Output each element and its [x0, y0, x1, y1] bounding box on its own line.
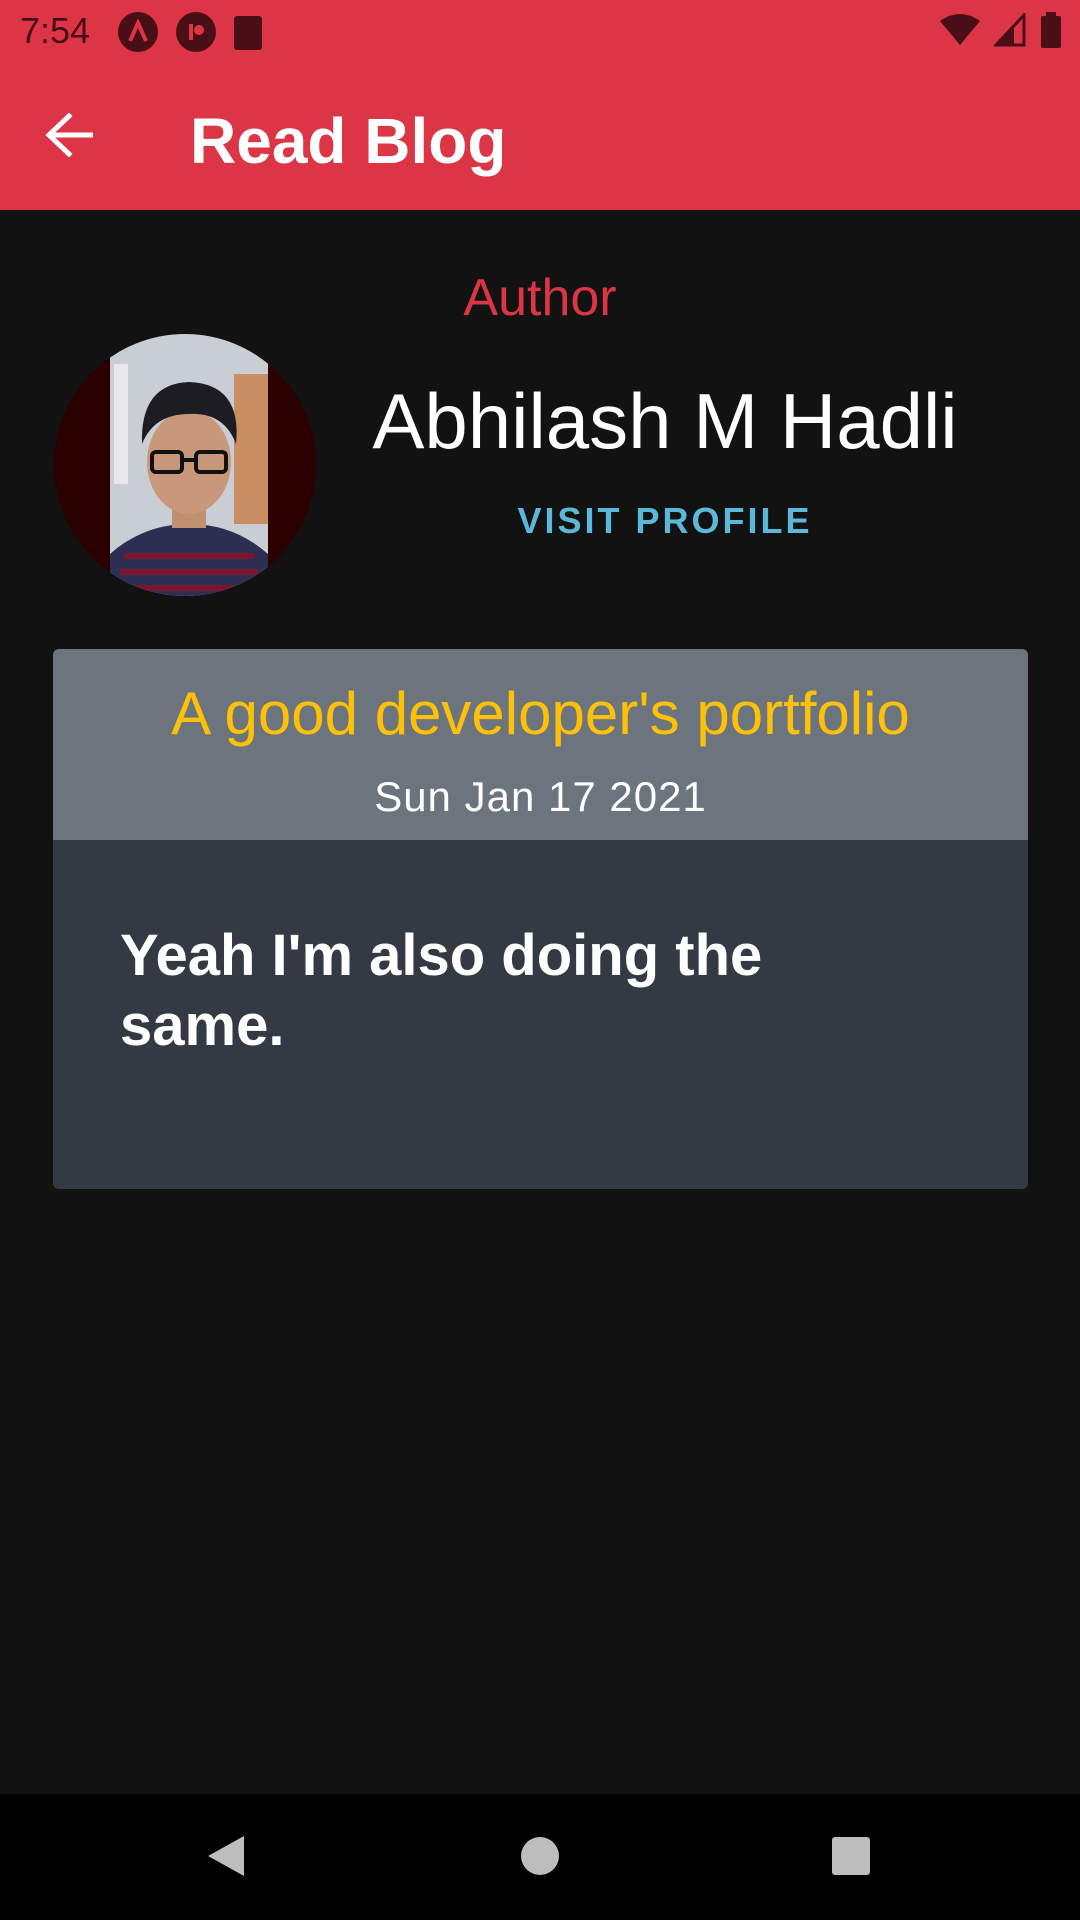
sd-card-icon: [234, 16, 262, 50]
recents-square-icon: [832, 1837, 870, 1875]
battery-icon: [1041, 12, 1061, 48]
back-button[interactable]: [34, 100, 104, 170]
wifi-icon: [940, 14, 980, 45]
nav-home-button[interactable]: [520, 1832, 560, 1885]
author-avatar: [54, 334, 316, 596]
avatar-photo: [54, 334, 316, 596]
status-bar: 7:54: [0, 0, 1080, 64]
nav-back-button[interactable]: [204, 1832, 248, 1885]
author-name: Abhilash M Hadli: [372, 377, 958, 465]
status-notification-icons: [118, 12, 262, 52]
system-nav-bar: [0, 1794, 1080, 1920]
page-title: Read Blog: [190, 105, 507, 177]
blog-date: Sun Jan 17 2021: [374, 773, 707, 820]
back-triangle-icon: [208, 1836, 244, 1876]
home-circle-icon: [521, 1837, 559, 1875]
blog-card: A good developer's portfolio Sun Jan 17 …: [53, 649, 1028, 1189]
status-system-icons: [940, 12, 1062, 48]
blog-body: Yeah I'm also doing the same.: [120, 923, 763, 1058]
author-label: Author: [463, 269, 617, 327]
app-p-icon: [176, 12, 216, 52]
blog-title: A good developer's portfolio: [171, 680, 910, 747]
cell-signal-icon: [994, 13, 1026, 47]
visit-profile-button[interactable]: VISIT PROFILE: [480, 500, 850, 542]
blog-card-header: A good developer's portfolio Sun Jan 17 …: [53, 649, 1028, 840]
nav-recents-button[interactable]: [831, 1832, 871, 1885]
status-time: 7:54: [20, 10, 91, 51]
app-bar: Read Blog: [0, 64, 1080, 210]
arrow-back-icon: [45, 113, 93, 157]
app-a-icon: [118, 12, 158, 52]
